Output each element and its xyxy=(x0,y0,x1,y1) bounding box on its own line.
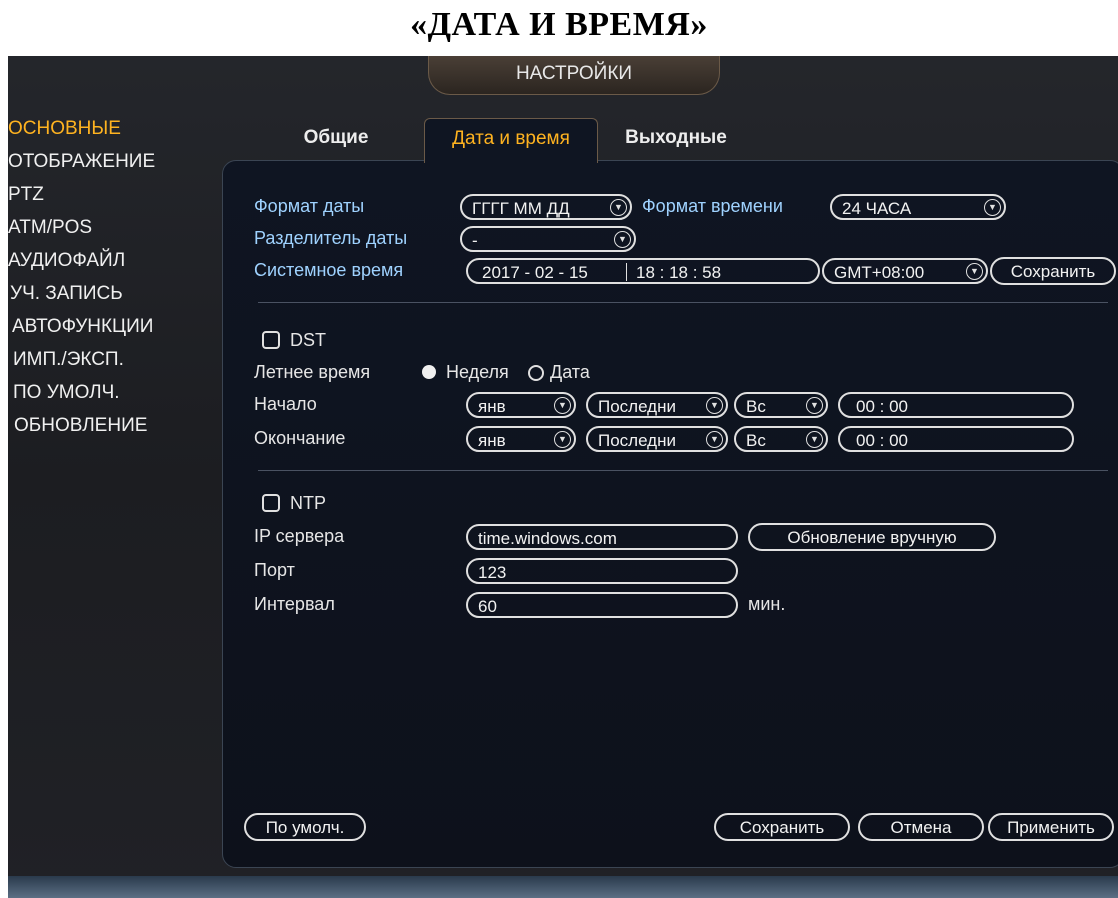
port-value: 123 xyxy=(478,563,507,582)
section-divider xyxy=(258,302,1108,303)
sidebar-item-import-export[interactable]: ИМП./ЭКСП. xyxy=(8,343,218,376)
chevron-down-icon: ▼ xyxy=(806,431,823,448)
system-time-label: Системное время xyxy=(254,260,404,280)
document-heading: «ДАТА И ВРЕМЯ» xyxy=(410,6,708,43)
sidebar-item-update[interactable]: ОБНОВЛЕНИЕ xyxy=(8,409,218,442)
chevron-down-icon: ▼ xyxy=(966,263,983,280)
start-day-value: Вс xyxy=(746,397,766,416)
timezone-value: GMT+08:00 xyxy=(834,263,925,282)
save-time-button[interactable]: Сохранить xyxy=(990,257,1116,285)
ntp-checkbox[interactable] xyxy=(262,494,280,512)
sidebar-item-defaults[interactable]: ПО УМОЛЧ. xyxy=(8,376,218,409)
sidebar: ОСНОВНЫЕ ОТОБРАЖЕНИЕ PTZ ATM/POS АУДИОФА… xyxy=(8,112,218,442)
apply-button[interactable]: Применить xyxy=(988,813,1114,841)
time-format-label: Формат времени xyxy=(642,196,783,216)
end-time-field[interactable]: 00 : 00 xyxy=(838,426,1074,452)
system-clock-value: 18 : 18 : 58 xyxy=(636,263,722,282)
date-format-label: Формат даты xyxy=(254,196,365,216)
date-separator-label: Разделитель даты xyxy=(254,228,408,248)
start-time-field[interactable]: 00 : 00 xyxy=(838,392,1074,418)
end-week-select[interactable]: Последни ▼ xyxy=(586,426,728,452)
date-time-divider xyxy=(626,263,627,281)
interval-value: 60 xyxy=(478,597,497,616)
chevron-down-icon: ▼ xyxy=(706,397,723,414)
sidebar-item-atm-pos[interactable]: ATM/POS xyxy=(8,211,218,244)
chevron-down-icon: ▼ xyxy=(706,431,723,448)
save-button[interactable]: Сохранить xyxy=(714,813,850,841)
screen-bottom-bar xyxy=(8,876,1118,898)
time-format-value: 24 ЧАСА xyxy=(842,199,912,218)
sidebar-item-basic[interactable]: ОСНОВНЫЕ xyxy=(8,112,218,145)
start-month-value: янв xyxy=(478,397,506,416)
timezone-select[interactable]: GMT+08:00 ▼ xyxy=(822,258,988,284)
sidebar-item-auto-functions[interactable]: АВТОФУНКЦИИ xyxy=(8,310,218,343)
mode-date-radio[interactable] xyxy=(528,365,544,381)
end-month-select[interactable]: янв ▼ xyxy=(466,426,576,452)
default-button[interactable]: По умолч. xyxy=(244,813,366,841)
date-separator-value: - xyxy=(472,231,478,250)
manual-update-button[interactable]: Обновление вручную xyxy=(748,523,996,551)
port-input[interactable]: 123 xyxy=(466,558,738,584)
chevron-down-icon: ▼ xyxy=(806,397,823,414)
date-separator-select[interactable]: - ▼ xyxy=(460,226,636,252)
port-label: Порт xyxy=(254,560,295,580)
tab-holidays[interactable]: Выходные xyxy=(612,118,740,162)
start-week-select[interactable]: Последни ▼ xyxy=(586,392,728,418)
date-format-value: ГГГГ ММ ДД xyxy=(472,199,570,218)
interval-input[interactable]: 60 xyxy=(466,592,738,618)
sidebar-item-audio[interactable]: АУДИОФАЙЛ xyxy=(8,244,218,277)
cancel-button[interactable]: Отмена xyxy=(858,813,984,841)
ntp-label: NTP xyxy=(290,493,326,513)
dvr-screen: НАСТРОЙКИ ОСНОВНЫЕ ОТОБРАЖЕНИЕ PTZ ATM/P… xyxy=(8,56,1118,898)
tab-date-time[interactable]: Дата и время xyxy=(424,118,598,163)
end-month-value: янв xyxy=(478,431,506,450)
sidebar-item-ptz[interactable]: PTZ xyxy=(8,178,218,211)
sidebar-item-accounts[interactable]: УЧ. ЗАПИСЬ xyxy=(8,277,218,310)
dst-label: DST xyxy=(290,330,326,350)
chevron-down-icon: ▼ xyxy=(554,397,571,414)
chevron-down-icon: ▼ xyxy=(554,431,571,448)
end-day-value: Вс xyxy=(746,431,766,450)
time-format-select[interactable]: 24 ЧАСА ▼ xyxy=(830,194,1006,220)
interval-label: Интервал xyxy=(254,594,335,614)
chevron-down-icon: ▼ xyxy=(984,199,1001,216)
summer-time-label: Летнее время xyxy=(254,362,371,382)
end-day-select[interactable]: Вс ▼ xyxy=(734,426,828,452)
server-ip-label: IP сервера xyxy=(254,526,345,546)
start-time-value: 00 : 00 xyxy=(856,397,908,416)
start-week-value: Последни xyxy=(598,397,676,416)
end-week-value: Последни xyxy=(598,431,676,450)
sidebar-item-display[interactable]: ОТОБРАЖЕНИЕ xyxy=(8,145,218,178)
system-time-field[interactable]: 2017 - 02 - 15 18 : 18 : 58 xyxy=(466,258,820,284)
dst-checkbox[interactable] xyxy=(262,331,280,349)
mode-date-label: Дата xyxy=(550,362,590,382)
start-day-select[interactable]: Вс ▼ xyxy=(734,392,828,418)
date-format-select[interactable]: ГГГГ ММ ДД ▼ xyxy=(460,194,632,220)
window-title: НАСТРОЙКИ xyxy=(428,56,720,95)
chevron-down-icon: ▼ xyxy=(614,231,631,248)
tab-general[interactable]: Общие xyxy=(266,118,406,162)
end-label: Окончание xyxy=(254,428,346,448)
section-divider xyxy=(258,470,1108,471)
mode-week-radio[interactable] xyxy=(422,365,436,379)
start-label: Начало xyxy=(254,394,317,414)
start-month-select[interactable]: янв ▼ xyxy=(466,392,576,418)
system-date-value: 2017 - 02 - 15 xyxy=(482,263,588,282)
end-time-value: 00 : 00 xyxy=(856,431,908,450)
server-ip-value: time.windows.com xyxy=(478,529,617,548)
interval-unit: мин. xyxy=(748,594,786,614)
server-ip-input[interactable]: time.windows.com xyxy=(466,524,738,550)
mode-week-label: Неделя xyxy=(446,362,509,382)
chevron-down-icon: ▼ xyxy=(610,199,627,216)
